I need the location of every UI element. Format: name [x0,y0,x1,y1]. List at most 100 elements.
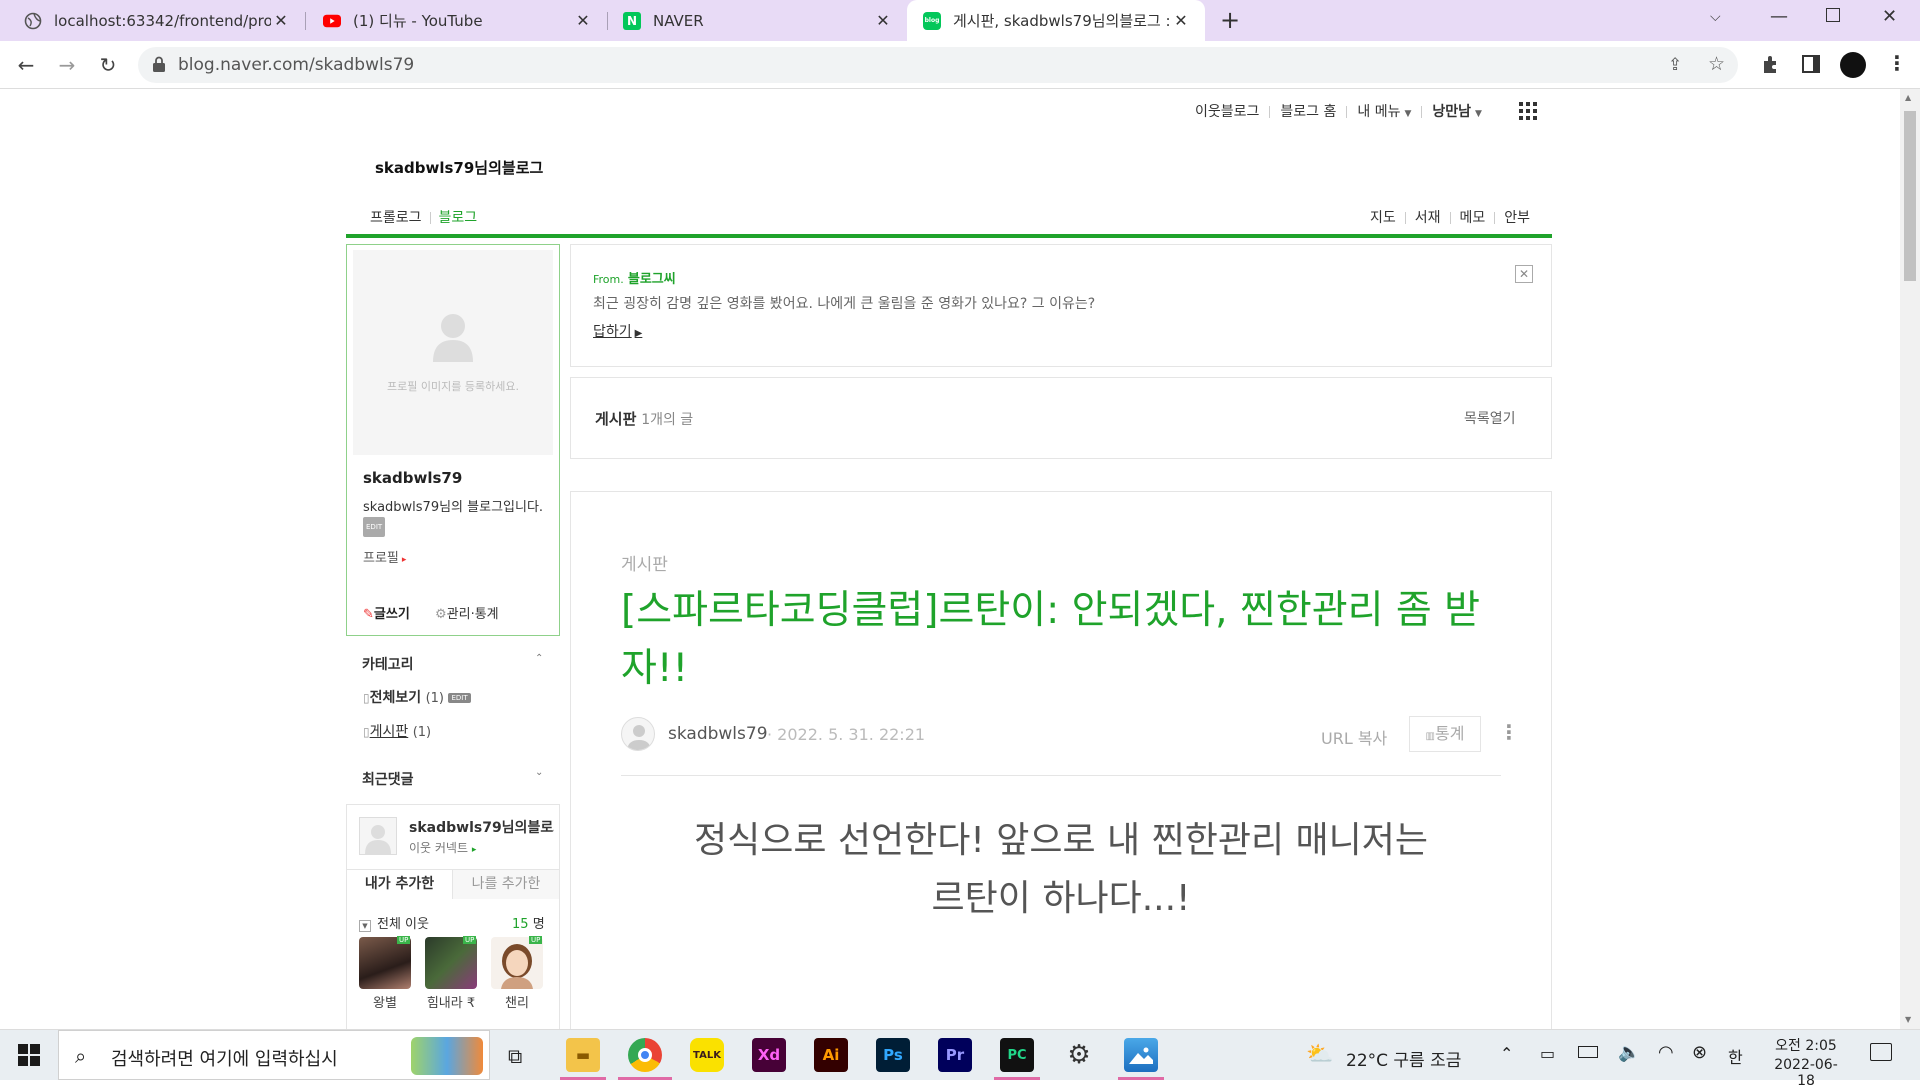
blog-title[interactable]: skadbwls79님의블로그 [375,157,543,178]
from-name[interactable]: 블로그씨 [628,272,676,287]
weather-text[interactable]: 22°C 구름 조금 [1346,1046,1461,1071]
chevron-up-icon[interactable]: ⌃ [1500,1044,1513,1063]
scroll-up-icon[interactable]: ▲ [1905,93,1911,102]
chevron-up-icon[interactable]: ⌃ [535,653,543,664]
my-menu-link[interactable]: 내 메뉴 [1357,104,1400,120]
neighbor-connect[interactable]: 이웃 커넥트 ▸ [409,839,476,856]
scrollbar-thumb[interactable] [1904,111,1916,281]
blog-menu: 프롤로그 블로그 [370,207,477,227]
ime-indicator[interactable]: 한 [1728,1044,1743,1068]
author-avatar[interactable] [621,717,655,751]
neighbor-name[interactable]: 왕별 [359,992,411,1011]
neighbor-blog-link[interactable]: 이웃블로그 [1195,104,1259,120]
adobe-premiere-icon[interactable]: Pr [938,1038,972,1072]
menu-guestbook[interactable]: 안부 [1504,210,1530,226]
network-off-icon[interactable]: ⊗ [1692,1042,1707,1063]
menu-memo[interactable]: 메모 [1460,210,1486,226]
close-tab-icon[interactable]: ✕ [573,11,593,30]
neighbor-avatar[interactable] [425,937,477,989]
edit-badge[interactable]: EDIT [363,517,386,537]
tab-naver-blog[interactable]: blog 게시판, skadbwls79님의블로그 : ✕ [907,0,1205,41]
user-menu[interactable]: 낭만남 [1432,104,1471,120]
neighbor-avatar[interactable] [491,937,543,989]
all-neighbors[interactable]: ▼ 전체 이웃 [359,913,429,932]
profile-box: 프로필 이미지를 등록하세요. skadbwls79 skadbwls79님의 … [346,244,560,636]
meet-icon[interactable]: ▭ [1540,1044,1555,1063]
adobe-illustrator-icon[interactable]: Ai [814,1038,848,1072]
kakaotalk-icon[interactable]: TALK [690,1038,724,1072]
adobe-photoshop-icon[interactable]: Ps [876,1038,910,1072]
sidepanel-icon[interactable] [1802,55,1820,73]
neighbor-avatar[interactable] [359,937,411,989]
close-icon[interactable]: ✕ [1515,265,1533,283]
post-author[interactable]: skadbwls79 [668,724,768,744]
post-category[interactable]: 게시판 [621,550,668,575]
clock-date[interactable]: 2022-06-18 [1766,1057,1846,1089]
battery-icon[interactable] [1578,1046,1598,1058]
tab-mine[interactable]: 내가 추가한 [347,870,452,899]
close-window-icon[interactable]: ✕ [1882,6,1897,27]
menu-library[interactable]: 서재 [1415,210,1441,226]
neighbor-blog-name[interactable]: skadbwls79님의블로그 [409,817,554,837]
write-button[interactable]: ✎글쓰기 [363,603,410,622]
windows-start-icon[interactable] [18,1044,40,1066]
up-badge: UP [397,936,411,944]
forward-icon[interactable]: → [55,53,79,77]
list-toggle[interactable]: 목록열기 [1464,408,1516,428]
pycharm-icon[interactable]: PC [1000,1038,1034,1072]
wifi-icon[interactable]: ◠ [1658,1042,1674,1063]
stats-button[interactable]: ▥통계 [1409,716,1481,752]
tab-youtube[interactable]: (1) 디뉴 - YouTube ✕ [305,0,607,41]
file-explorer-icon[interactable]: ▬ [566,1038,600,1072]
blog-home-link[interactable]: 블로그 홈 [1280,104,1336,120]
close-tab-icon[interactable]: ✕ [271,11,291,30]
new-tab-icon[interactable]: + [1220,6,1240,34]
photos-icon[interactable] [1124,1038,1158,1072]
task-view-icon[interactable]: ⧉ [508,1044,522,1068]
menu-prologue[interactable]: 프롤로그 [370,210,422,226]
edit-badge[interactable]: EDIT [448,693,471,703]
close-tab-icon[interactable]: ✕ [873,11,893,30]
chrome-icon[interactable] [628,1038,662,1072]
bookmark-star-icon[interactable]: ☆ [1708,53,1725,75]
category-item[interactable]: ▯게시판 (1) [363,721,431,741]
tab-naver[interactable]: N NAVER ✕ [607,0,907,41]
app-grid-icon[interactable] [1518,101,1538,121]
more-icon[interactable]: ⋮ [1887,51,1907,75]
adobe-xd-icon[interactable]: Xd [752,1038,786,1072]
scroll-down-icon[interactable]: ▼ [1905,1015,1911,1024]
chevron-down-icon[interactable]: ⌵ [1710,9,1721,25]
restore-icon[interactable] [1826,8,1840,22]
recent-comments-title[interactable]: 최근댓글 [362,769,414,789]
neighbor-name[interactable]: 챈리 [491,992,543,1011]
taskbar-search[interactable]: ⌕ 검색하려면 여기에 입력하십시 [58,1030,490,1080]
reply-link[interactable]: 답하기 ▶ [593,321,642,341]
settings-gear-icon[interactable]: ⚙ [1062,1038,1096,1072]
share-icon[interactable]: ⇪ [1668,55,1682,75]
extensions-icon[interactable] [1760,53,1782,75]
menu-map[interactable]: 지도 [1370,210,1396,226]
tab-others[interactable]: 나를 추가한 [452,870,559,899]
neighbor-name[interactable]: 힘내라 ₹ [423,992,479,1011]
profile-image[interactable]: 프로필 이미지를 등록하세요. [353,250,553,455]
menu-blog[interactable]: 블로그 [439,210,478,226]
manage-button[interactable]: ⚙관리·통계 [435,603,499,622]
avatar[interactable] [1840,52,1866,78]
notification-icon[interactable] [1870,1043,1892,1061]
chevron-down-icon[interactable]: ⌄ [535,767,543,778]
volume-icon[interactable]: 🔈 [1618,1042,1640,1063]
reload-icon[interactable]: ↻ [96,53,120,77]
clock-time[interactable]: 오전 2:05 [1766,1035,1846,1055]
close-tab-icon[interactable]: ✕ [1171,11,1191,30]
back-icon[interactable]: ← [14,53,38,77]
profile-link[interactable]: 프로필 ▸ [363,547,406,566]
more-options-icon[interactable]: ⋮ [1499,720,1519,744]
url-copy-button[interactable]: URL 복사 [1321,725,1387,749]
category-item[interactable]: ▯전체보기 (1) EDIT [363,687,471,707]
category-title[interactable]: 카테고리 [362,654,414,674]
page-scrollbar[interactable]: ▲ ▼ [1900,89,1920,1029]
minimize-icon[interactable]: — [1770,6,1788,27]
tab-localhost[interactable]: localhost:63342/frontend/profile ✕ [0,0,305,41]
address-bar[interactable]: blog.naver.com/skadbwls79 ⇪ ☆ [138,47,1738,83]
weather-icon[interactable]: ⛅ [1306,1042,1333,1067]
